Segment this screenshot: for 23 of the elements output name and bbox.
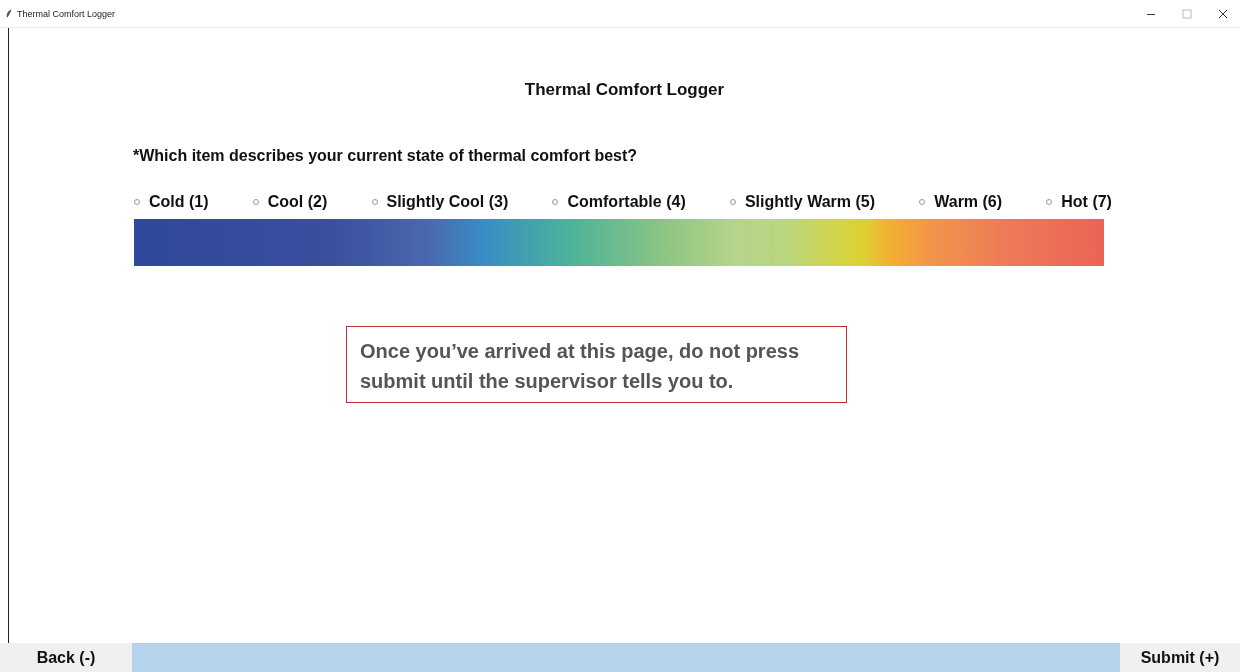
radio-icon[interactable] bbox=[134, 199, 140, 205]
radio-option[interactable]: Slightly Cool (3) bbox=[371, 193, 509, 211]
question-text: *Which item describes your current state of thermal comfort best? bbox=[133, 147, 639, 165]
radio-option[interactable]: Hot (7) bbox=[1046, 193, 1112, 211]
radio-option[interactable]: Slightly Warm (5) bbox=[729, 193, 875, 211]
notice-box: Once you’ve arrived at this page, do not press submit until the supervisor tells you to. bbox=[346, 326, 847, 403]
radio-option[interactable]: Comfortable (4) bbox=[552, 193, 686, 211]
window-title: Thermal Comfort Logger bbox=[17, 8, 116, 19]
radio-option[interactable]: Cool (2) bbox=[252, 193, 328, 211]
back-button[interactable]: Back (-) bbox=[0, 643, 132, 672]
radio-option[interactable]: Warm (6) bbox=[919, 193, 1003, 211]
radio-icon[interactable] bbox=[552, 199, 559, 205]
close-icon[interactable] bbox=[1218, 8, 1228, 19]
radio-option[interactable]: Cold (1) bbox=[134, 193, 209, 211]
maximize-icon[interactable] bbox=[1182, 8, 1192, 19]
radio-icon[interactable] bbox=[252, 199, 259, 205]
radio-icon[interactable] bbox=[371, 199, 378, 205]
radio-icon[interactable] bbox=[1046, 199, 1053, 205]
submit-button[interactable]: Submit (+) bbox=[1120, 643, 1240, 672]
radio-icon[interactable] bbox=[729, 199, 736, 205]
feather-icon bbox=[5, 8, 13, 19]
radio-icon[interactable] bbox=[919, 199, 926, 205]
page-heading: Thermal Comfort Logger bbox=[523, 80, 726, 100]
